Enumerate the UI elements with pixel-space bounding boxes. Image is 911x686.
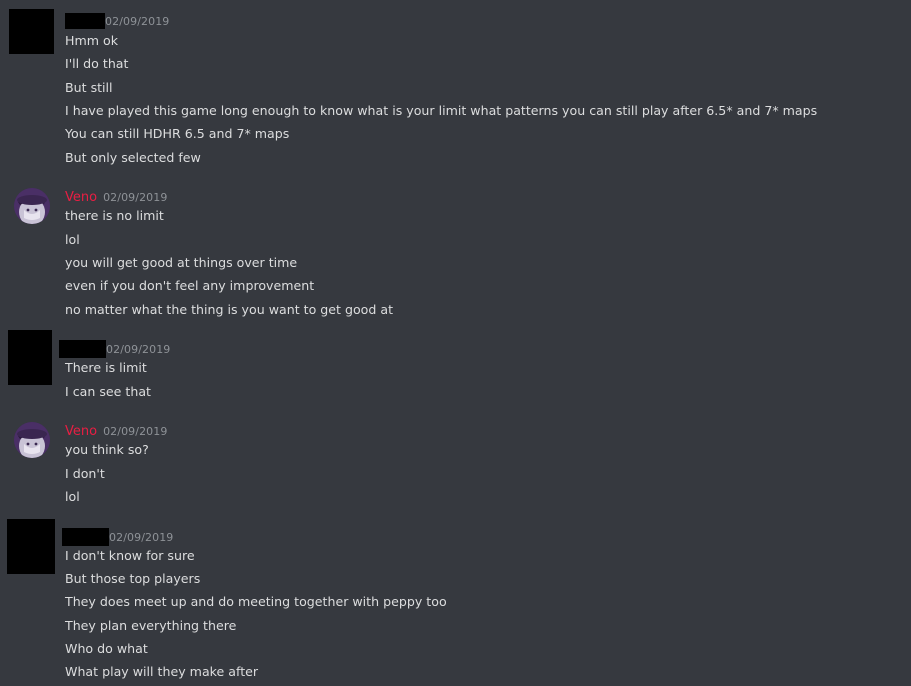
timestamp: 02/09/2019 — [103, 190, 168, 204]
message-text: They does meet up and do meeting togethe… — [65, 594, 447, 609]
message-text: I have played this game long enough to k… — [65, 103, 818, 118]
message-text: Hmm ok — [65, 33, 119, 48]
message-text: But only selected few — [65, 150, 201, 165]
username-veno[interactable]: Veno — [65, 424, 97, 439]
message-header: 02/09/2019 — [62, 528, 174, 546]
message-text: But those top players — [65, 571, 201, 586]
message-text: Who do what — [65, 641, 148, 656]
timestamp: 02/09/2019 — [105, 14, 170, 28]
message-text: no matter what the thing is you want to … — [65, 302, 394, 317]
message-text: lol — [65, 232, 80, 247]
redacted-avatar[interactable] — [8, 330, 52, 385]
message-text: I'll do that — [65, 56, 129, 71]
message-text: there is no limit — [65, 208, 164, 223]
message-text: you think so? — [65, 442, 149, 457]
message-text: What play will they make after — [65, 664, 259, 679]
message-text: They plan everything there — [65, 618, 237, 633]
message-header: 02/09/2019 — [59, 340, 171, 358]
redacted-username[interactable] — [59, 340, 106, 358]
message-text: I don't know for sure — [65, 548, 195, 563]
redacted-username[interactable] — [62, 528, 109, 546]
message-text: I don't — [65, 466, 105, 481]
redacted-username[interactable] — [65, 13, 105, 29]
message-text: lol — [65, 489, 80, 504]
message-text: There is limit — [65, 360, 147, 375]
timestamp: 02/09/2019 — [109, 530, 174, 544]
redacted-avatar[interactable] — [7, 519, 55, 574]
message-text: you will get good at things over time — [65, 255, 298, 270]
message-header: Veno 02/09/2019 — [65, 189, 167, 205]
message-header: Veno 02/09/2019 — [65, 423, 167, 439]
username-veno[interactable]: Veno — [65, 190, 97, 205]
message-text: But still — [65, 80, 113, 95]
message-text: I can see that — [65, 384, 151, 399]
message-text: You can still HDHR 6.5 and 7* maps — [65, 126, 290, 141]
timestamp: 02/09/2019 — [103, 424, 168, 438]
anime-avatar-icon[interactable] — [14, 188, 50, 224]
message-header: 02/09/2019 — [65, 13, 169, 29]
anime-avatar-icon[interactable] — [14, 422, 50, 458]
message-text: even if you don't feel any improvement — [65, 278, 315, 293]
timestamp: 02/09/2019 — [106, 342, 171, 356]
redacted-avatar[interactable] — [9, 9, 54, 54]
